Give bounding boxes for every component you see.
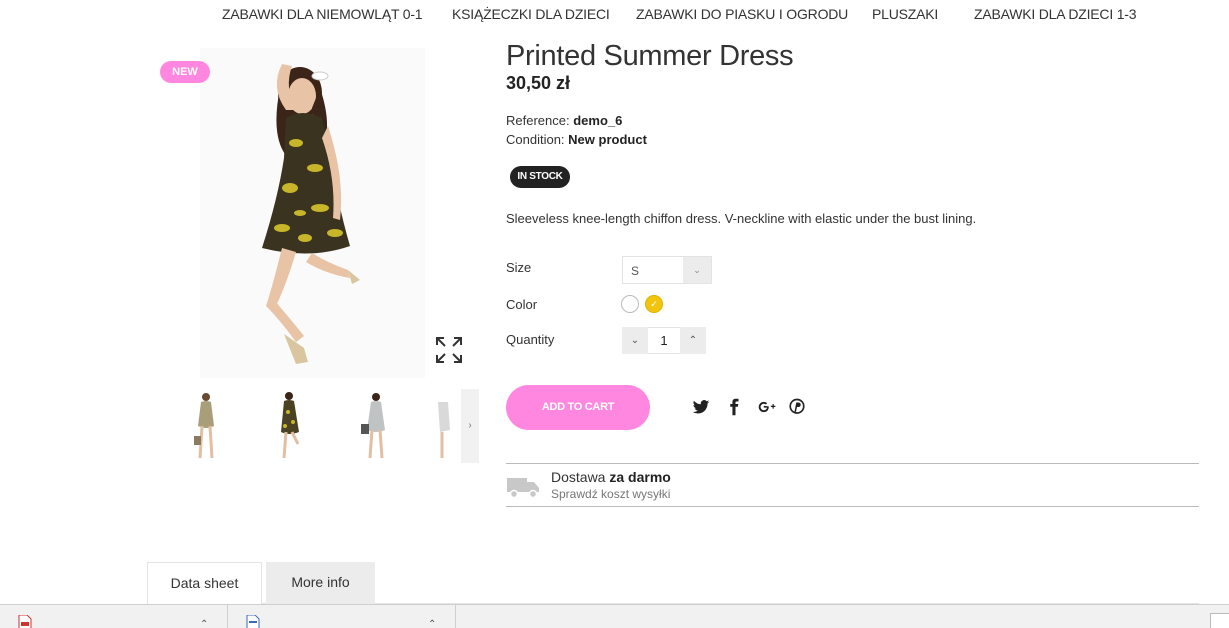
- nav-item-ksiazeczki[interactable]: KSIĄŻECZKI DLA DZIECI: [452, 6, 610, 22]
- new-badge: NEW: [160, 61, 210, 83]
- truck-icon: [506, 472, 540, 500]
- thumbnail-4[interactable]: [432, 388, 452, 464]
- thumbnail-3[interactable]: [347, 388, 405, 464]
- thumbnail-strip: [177, 388, 479, 464]
- stock-badge: IN STOCK: [510, 166, 570, 188]
- nav-item-zabawki-niemowlat[interactable]: ZABAWKI DLA NIEMOWLĄT 0-1: [222, 6, 423, 22]
- size-select[interactable]: S ⌄: [622, 256, 712, 284]
- color-swatch-yellow[interactable]: ✓: [645, 295, 663, 313]
- color-label: Color: [506, 297, 538, 312]
- product-description: Sleeveless knee-length chiffon dress. V-…: [506, 211, 977, 226]
- show-all-downloads-button[interactable]: [1210, 613, 1229, 628]
- product-reference: Reference: demo_6: [506, 113, 622, 128]
- reference-value: demo_6: [573, 113, 623, 128]
- chevron-down-icon: ⌄: [683, 257, 711, 283]
- download-item-2[interactable]: ⌃: [228, 605, 456, 628]
- product-condition: Condition: New product: [506, 132, 647, 147]
- shipping-title: Dostawa za darmo: [551, 469, 671, 485]
- condition-label: Condition:: [506, 132, 565, 147]
- check-icon: ✓: [650, 299, 658, 309]
- shipping-subtitle[interactable]: Sprawdź koszt wysyłki: [551, 487, 670, 501]
- quantity-decrease-button[interactable]: ⌄: [622, 327, 648, 354]
- condition-value: New product: [568, 132, 647, 147]
- facebook-icon[interactable]: [724, 398, 744, 420]
- thumbnail-next-arrow-icon[interactable]: ›: [461, 389, 479, 463]
- pdf-file-icon: [18, 615, 32, 628]
- tab-more-info[interactable]: More info: [266, 562, 375, 604]
- google-plus-icon[interactable]: [756, 398, 778, 420]
- shipping-divider-top: [506, 463, 1199, 464]
- expand-icon[interactable]: [435, 336, 463, 364]
- top-navigation: ZABAWKI DLA NIEMOWLĄT 0-1 KSIĄŻECZKI DLA…: [0, 0, 1229, 30]
- product-title: Printed Summer Dress: [506, 40, 794, 72]
- dress-model-illustration: [262, 64, 360, 364]
- shipping-title-prefix: Dostawa: [551, 469, 606, 485]
- quantity-increase-button[interactable]: ⌃: [680, 327, 706, 354]
- document-file-icon: [246, 615, 260, 628]
- nav-item-zabawki-piasek[interactable]: ZABAWKI DO PIASKU I OGRODU: [636, 6, 848, 22]
- reference-label: Reference:: [506, 113, 570, 128]
- download-bar: ⌃ ⌃: [0, 604, 1229, 628]
- nav-item-pluszaki[interactable]: PLUSZAKI: [872, 6, 938, 22]
- quantity-stepper: ⌄ 1 ⌃: [622, 327, 708, 354]
- shipping-divider-bottom: [506, 506, 1199, 507]
- twitter-icon[interactable]: [691, 398, 711, 420]
- size-value: S: [631, 264, 640, 278]
- quantity-input[interactable]: 1: [648, 327, 680, 354]
- thumbnail-2[interactable]: [262, 388, 320, 464]
- pinterest-icon[interactable]: [787, 398, 807, 420]
- product-price: 30,50 zł: [506, 73, 571, 93]
- size-label: Size: [506, 260, 532, 275]
- product-main-image[interactable]: [200, 48, 425, 378]
- shipping-title-bold: za darmo: [609, 469, 671, 485]
- thumbnail-1[interactable]: [177, 388, 235, 464]
- download-item-1[interactable]: ⌃: [0, 605, 228, 628]
- chevron-up-icon[interactable]: ⌃: [200, 619, 208, 628]
- chevron-up-icon[interactable]: ⌃: [428, 619, 436, 628]
- quantity-label: Quantity: [506, 332, 555, 347]
- color-swatch-white[interactable]: [621, 295, 639, 313]
- add-to-cart-button[interactable]: ADD TO CART: [506, 385, 650, 430]
- nav-item-zabawki-1-3[interactable]: ZABAWKI DLA DZIECI 1-3: [974, 6, 1137, 22]
- tab-data-sheet[interactable]: Data sheet: [147, 562, 262, 604]
